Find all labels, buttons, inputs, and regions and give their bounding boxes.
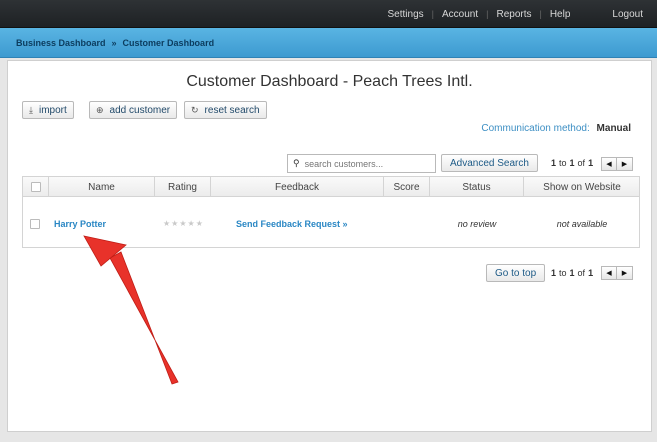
triangle-left-icon[interactable]: ◀ xyxy=(601,266,617,280)
customers-table: Name Rating Feedback Score Status Show o… xyxy=(22,176,640,248)
table-header: Name Rating Feedback Score Status Show o… xyxy=(23,177,639,197)
page-from: 1 xyxy=(551,268,557,278)
plus-circle-icon: ⊕ xyxy=(96,104,104,115)
page-from: 1 xyxy=(551,158,557,168)
communication-method-value: Manual xyxy=(596,123,631,134)
import-button[interactable]: ⤓ import xyxy=(22,101,74,119)
page-to: 1 xyxy=(569,158,575,168)
top-navigation-bar: Settings | Account | Reports | Help Logo… xyxy=(0,0,657,28)
customer-name-cell: Harry Potter xyxy=(54,198,106,249)
breadcrumb-customer-dashboard[interactable]: Customer Dashboard xyxy=(123,38,215,48)
nav-help-link[interactable]: Help xyxy=(542,9,579,20)
page-to-word: to xyxy=(559,268,567,278)
nav-settings-link[interactable]: Settings xyxy=(380,9,432,20)
add-customer-button[interactable]: ⊕ add customer xyxy=(89,101,178,119)
pagination-top: 1 to 1 of 1 xyxy=(548,158,596,168)
show-on-website-cell: not available xyxy=(524,198,640,249)
page-total: 1 xyxy=(588,268,594,278)
pagination-arrows-bottom: ◀ ▶ xyxy=(601,266,633,280)
go-to-top-button[interactable]: Go to top xyxy=(486,264,546,282)
column-header-show-on-website[interactable]: Show on Website xyxy=(524,177,640,197)
page-to: 1 xyxy=(569,268,575,278)
rating-cell: ★★★★★ xyxy=(163,198,204,249)
top-nav: Settings | Account | Reports | Help Logo… xyxy=(380,0,650,28)
refresh-icon: ↻ xyxy=(191,104,199,115)
pagination-bottom: 1 to 1 of 1 xyxy=(548,268,596,278)
column-header-score[interactable]: Score xyxy=(384,177,430,197)
advanced-search-button[interactable]: Advanced Search xyxy=(441,154,538,172)
star-rating-icon[interactable]: ★★★★★ xyxy=(163,219,204,228)
table-row: Harry Potter ★★★★★ Send Feedback Request… xyxy=(23,198,639,249)
page-total: 1 xyxy=(588,158,594,168)
send-feedback-request-link[interactable]: Send Feedback Request » xyxy=(236,219,348,229)
column-header-rating[interactable]: Rating xyxy=(155,177,211,197)
nav-reports-link[interactable]: Reports xyxy=(488,9,539,20)
triangle-right-icon[interactable]: ▶ xyxy=(617,266,633,280)
communication-method: Communication method: Manual xyxy=(481,123,631,134)
page-of-word: of xyxy=(577,158,586,168)
row-checkbox[interactable] xyxy=(30,218,40,229)
triangle-right-icon[interactable]: ▶ xyxy=(617,157,633,171)
reset-search-button-label: reset search xyxy=(204,104,260,116)
page-of-word: of xyxy=(577,268,586,278)
download-icon: ⤓ xyxy=(29,104,33,115)
row-checkbox-cell xyxy=(30,198,40,249)
communication-method-label: Communication method: xyxy=(481,123,590,134)
nav-account-link[interactable]: Account xyxy=(434,9,486,20)
pagination-arrows-top: ◀ ▶ xyxy=(601,157,633,171)
magnifier-icon: ⚲ xyxy=(293,158,300,168)
reset-search-button[interactable]: ↻ reset search xyxy=(184,101,267,119)
breadcrumb-business-dashboard[interactable]: Business Dashboard xyxy=(16,38,106,48)
breadcrumb: Business Dashboard » Customer Dashboard xyxy=(16,38,214,48)
add-customer-button-label: add customer xyxy=(109,104,171,116)
search-input[interactable] xyxy=(304,158,425,169)
column-header-name[interactable]: Name xyxy=(49,177,155,197)
customer-name-link[interactable]: Harry Potter xyxy=(54,219,106,229)
logout-link[interactable]: Logout xyxy=(604,9,649,20)
column-header-status[interactable]: Status xyxy=(430,177,524,197)
column-header-feedback[interactable]: Feedback xyxy=(211,177,384,197)
import-button-label: import xyxy=(38,104,67,116)
status-value: no review xyxy=(457,218,497,229)
breadcrumb-separator: » xyxy=(111,38,117,48)
page-title: Customer Dashboard - Peach Trees Intl. xyxy=(186,73,473,90)
show-on-website-value: not available xyxy=(556,218,608,229)
status-cell: no review xyxy=(430,198,524,249)
score-cell xyxy=(384,198,430,249)
feedback-cell: Send Feedback Request » xyxy=(236,198,348,249)
search-box[interactable]: ⚲ xyxy=(287,154,436,173)
triangle-left-icon[interactable]: ◀ xyxy=(601,157,617,171)
select-all-checkbox[interactable] xyxy=(30,182,41,192)
main-panel: Customer Dashboard - Peach Trees Intl. ⤓… xyxy=(7,60,652,432)
page-to-word: to xyxy=(559,158,567,168)
select-all-cell xyxy=(23,177,49,197)
breadcrumb-bar: Business Dashboard » Customer Dashboard xyxy=(0,28,657,58)
